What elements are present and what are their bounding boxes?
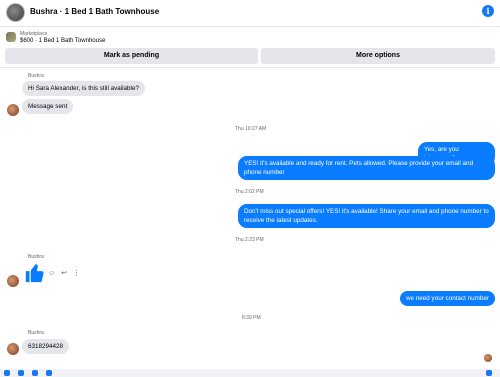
sender-avatar[interactable]	[7, 104, 19, 116]
marketplace-listing[interactable]: Marketplace $600 · 1 Bed 1 Bath Townhous…	[0, 28, 500, 48]
info-icon[interactable]: i	[482, 5, 494, 17]
mark-as-pending-button[interactable]: Mark as pending	[5, 48, 258, 64]
sender-name: Bushra	[28, 73, 44, 79]
composer-bar	[0, 369, 500, 377]
timestamp: Thu 10:27 AM	[235, 126, 267, 132]
sender-avatar[interactable]	[7, 343, 19, 355]
listing-thumbnail	[6, 32, 16, 42]
incoming-message[interactable]: Hi Sara Alexander, is this still availab…	[22, 81, 145, 96]
conversation-title[interactable]: Bushra · 1 Bed 1 Bath Townhouse	[30, 7, 159, 16]
listing-name: $600 · 1 Bed 1 Bath Townhouse	[20, 38, 106, 44]
timestamp: Thu 2:23 PM	[235, 237, 264, 243]
more-options-button[interactable]: More options	[261, 48, 495, 64]
reply-icon[interactable]: ↩	[61, 270, 67, 277]
gif-icon[interactable]	[46, 370, 52, 376]
like-icon[interactable]	[486, 370, 492, 376]
sender-name: Bushra	[28, 254, 44, 260]
outgoing-message[interactable]: Don't miss out special offers! YES! it's…	[238, 204, 495, 228]
timestamp: Thu 2:02 PM	[235, 189, 264, 195]
contact-avatar[interactable]	[6, 3, 25, 22]
read-receipt-avatar	[484, 354, 492, 362]
timestamp: 8:39 PM	[242, 315, 261, 321]
outgoing-message[interactable]: we need your contact number	[400, 291, 495, 306]
header-divider	[0, 67, 500, 68]
sticker-icon[interactable]	[32, 370, 38, 376]
plus-icon[interactable]	[4, 370, 10, 376]
thumbs-up-icon[interactable]	[24, 262, 46, 284]
image-icon[interactable]	[18, 370, 24, 376]
outgoing-message[interactable]: YES! it's available and ready for rent. …	[238, 156, 495, 180]
message-actions: ☺ ↩ ⋮	[48, 269, 84, 277]
incoming-message[interactable]: Message sent	[22, 99, 74, 114]
incoming-message[interactable]: 6318294428	[22, 339, 70, 354]
sender-avatar[interactable]	[7, 275, 19, 287]
emoji-react-icon[interactable]: ☺	[48, 270, 55, 277]
sender-name: Bushra	[28, 330, 44, 336]
conversation-header: Bushra · 1 Bed 1 Bath Townhouse i	[0, 0, 500, 27]
more-icon[interactable]: ⋮	[73, 270, 80, 277]
listing-source-label: Marketplace	[20, 31, 48, 37]
